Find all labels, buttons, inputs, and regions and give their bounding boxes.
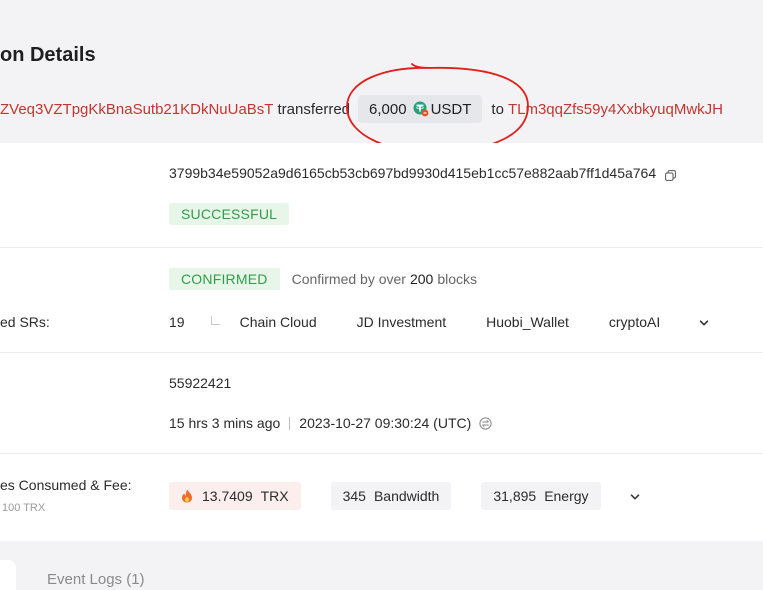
result-row: SUCCESSFUL <box>169 203 290 225</box>
tree-connector-icon <box>210 315 220 325</box>
energy-amount: 31,895 <box>493 488 537 504</box>
confirm-count: 200 <box>409 271 434 287</box>
confirmed-badge: CONFIRMED <box>169 268 280 290</box>
bandwidth-unit: Bandwidth <box>373 488 440 504</box>
hash-row: 3799b34e59052a9d6165cb53cb697bd9930d415e… <box>169 165 677 181</box>
sr-link[interactable]: cryptoAI <box>609 314 660 330</box>
divider <box>289 416 291 430</box>
token-symbol[interactable]: USDT <box>431 101 472 118</box>
amount-value: 6,000 <box>369 100 407 118</box>
tab-active-edge[interactable] <box>0 560 16 590</box>
block-row: 55922421 <box>169 375 231 391</box>
energy-pill: 31,895 Energy <box>481 482 601 510</box>
trx-unit: TRX <box>260 488 289 504</box>
block-section: 55922421 15 hrs 3 mins ago 2023-10-27 09… <box>0 353 763 454</box>
transferred-label: transferred <box>277 100 351 118</box>
confirm-text-prefix: Confirmed by over <box>291 271 406 287</box>
srs-label: ed SRs: <box>0 314 50 330</box>
time-row: 15 hrs 3 mins ago 2023-10-27 09:30:24 (U… <box>169 415 492 431</box>
trx-amount: 13.7409 <box>202 488 253 504</box>
confirm-row: CONFIRMED Confirmed by over 200 blocks <box>169 268 477 290</box>
timestamp-text: 2023-10-27 09:30:24 (UTC) <box>299 415 472 431</box>
flame-icon <box>181 489 193 503</box>
fee-section: es Consumed & Fee: 100 TRX 13.7409 TRX 3… <box>0 454 763 541</box>
transaction-details-card: 3799b34e59052a9d6165cb53cb697bd9930d415e… <box>0 143 763 541</box>
confirm-text-suffix: blocks <box>437 271 478 287</box>
tab-event-logs[interactable]: Event Logs (1) <box>47 571 145 588</box>
hash-section: 3799b34e59052a9d6165cb53cb697bd9930d415e… <box>0 143 763 248</box>
bandwidth-pill: 345 Bandwidth <box>330 482 452 510</box>
fee-label: es Consumed & Fee: <box>0 477 132 493</box>
srs-count: 19 <box>169 314 185 330</box>
chevron-down-icon[interactable] <box>698 316 710 328</box>
to-label: to <box>491 100 504 118</box>
sr-link[interactable]: Chain Cloud <box>240 314 317 330</box>
page-title: on Details <box>0 44 96 66</box>
age-text: 15 hrs 3 mins ago <box>169 415 281 431</box>
fee-sublabel: 100 TRX <box>2 502 46 514</box>
sr-link[interactable]: JD Investment <box>357 314 446 330</box>
sr-link[interactable]: Huobi_Wallet <box>486 314 569 330</box>
block-number-link[interactable]: 55922421 <box>169 375 231 391</box>
srs-row: 19 Chain Cloud JD Investment Huobi_Walle… <box>169 314 710 330</box>
from-address-link[interactable]: ZVeq3VZTpgKkBnaSutb21KDkNuUaBsT <box>0 101 273 118</box>
transaction-hash[interactable]: 3799b34e59052a9d6165cb53cb697bd9930d415e… <box>169 165 656 181</box>
clock-icon[interactable] <box>479 416 492 430</box>
transaction-header: on Details ZVeq3VZTpgKkBnaSutb21KDkNuUaB… <box>0 0 763 153</box>
chevron-down-icon[interactable] <box>629 490 641 502</box>
energy-unit: Energy <box>544 488 589 504</box>
bandwidth-amount: 345 <box>342 488 366 504</box>
confirm-section: CONFIRMED Confirmed by over 200 blocks e… <box>0 248 763 353</box>
fee-row: 13.7409 TRX 345 Bandwidth 31,895 Energy <box>169 482 641 510</box>
to-address-link[interactable]: TLm3qqZfs59y4XxbkyuqMwkJH <box>508 101 723 118</box>
tether-icon <box>413 101 429 117</box>
amount-pill: 6,000 USDT <box>358 95 483 123</box>
copy-icon[interactable] <box>665 168 677 181</box>
status-badge: SUCCESSFUL <box>169 203 290 225</box>
trx-fee-pill: 13.7409 TRX <box>169 482 301 510</box>
transfer-summary: ZVeq3VZTpgKkBnaSutb21KDkNuUaBsT transfer… <box>0 95 723 123</box>
tabs-bar: Event Logs (1) <box>0 541 763 590</box>
